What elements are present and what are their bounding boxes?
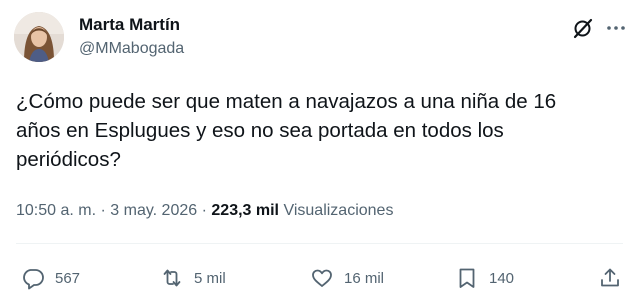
tweet-date[interactable]: 3 may. 2026: [110, 202, 197, 219]
repost-icon: [163, 269, 181, 287]
reply-count: 567: [55, 269, 81, 287]
bookmark-icon: [459, 268, 475, 288]
author-handle[interactable]: @MMabogada: [79, 40, 184, 58]
views-label: Visualizaciones: [283, 202, 394, 219]
bookmark-count: 140: [489, 269, 515, 287]
bookmark-button[interactable]: 140: [455, 264, 514, 292]
like-count: 16 mil: [344, 269, 385, 287]
author-name[interactable]: Marta Martín: [79, 15, 180, 35]
share-icon: [601, 268, 619, 287]
tweet-card: Marta Martín @MMabogada ¿Cómo puede ser …: [0, 0, 639, 305]
avatar-photo: [14, 12, 64, 62]
reply-button[interactable]: 567: [21, 264, 80, 292]
meta-separator: ·: [201, 202, 207, 219]
meta-separator: ·: [100, 202, 106, 219]
grok-icon[interactable]: [571, 16, 595, 40]
more-icon[interactable]: [604, 16, 628, 40]
repost-button[interactable]: 5 mil: [160, 264, 226, 292]
like-button[interactable]: 16 mil: [310, 264, 384, 292]
repost-count: 5 mil: [194, 269, 226, 287]
tweet-meta: 10:50 a. m. · 3 may. 2026 · 223,3 mil Vi…: [16, 202, 393, 220]
share-button[interactable]: [598, 264, 632, 292]
divider: [16, 243, 623, 244]
tweet-text: ¿Cómo puede ser que maten a navajazos a …: [16, 90, 557, 171]
avatar[interactable]: [14, 12, 64, 62]
reply-icon: [23, 269, 44, 290]
views-count: 223,3 mil: [211, 202, 279, 219]
tweet-time[interactable]: 10:50 a. m.: [16, 202, 96, 219]
heart-icon: [312, 269, 332, 287]
